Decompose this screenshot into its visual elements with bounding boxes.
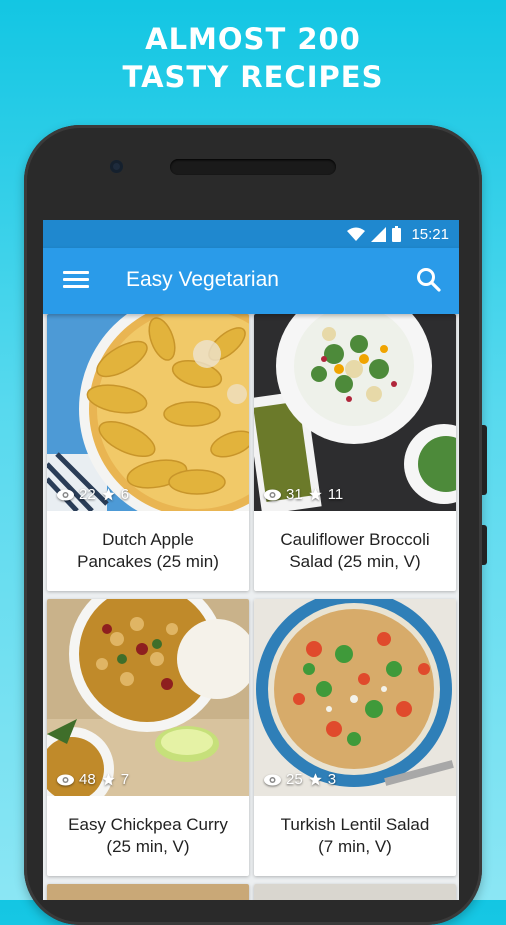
star-count: 7 xyxy=(120,771,130,788)
star-icon xyxy=(308,488,322,501)
hamburger-menu-icon[interactable] xyxy=(63,268,89,294)
recipe-stats: 25 3 xyxy=(264,771,336,788)
recipe-card-cauliflower-broccoli-salad[interactable]: 31 11 Cauliflower Broccoli Salad (25 min… xyxy=(254,314,456,591)
eye-icon xyxy=(57,774,74,785)
recipe-image: 48 7 xyxy=(47,599,249,796)
eye-icon xyxy=(57,489,74,500)
volume-button xyxy=(482,425,487,495)
star-count: 11 xyxy=(327,486,344,503)
star-count: 3 xyxy=(327,771,337,788)
star-icon xyxy=(101,773,115,786)
status-bar: 15:21 xyxy=(43,220,459,248)
app-title: Easy Vegetarian xyxy=(126,268,279,291)
recipe-title-line-1: Cauliflower Broccoli xyxy=(280,530,430,549)
phone-screen: 15:21 Easy Vegetarian 22 6 Dutch Apple P… xyxy=(43,220,459,900)
recipe-stats: 22 6 xyxy=(57,486,129,503)
recipe-image xyxy=(47,884,249,900)
star-icon xyxy=(101,488,115,501)
recipe-image: 25 3 xyxy=(254,599,456,796)
power-button xyxy=(482,525,487,565)
search-icon[interactable] xyxy=(415,266,443,294)
recipe-image: 31 11 xyxy=(254,314,456,511)
recipe-card-turkish-lentil-salad[interactable]: 25 3 Turkish Lentil Salad (7 min, V) xyxy=(254,599,456,876)
battery-icon xyxy=(392,226,402,242)
recipe-title: Turkish Lentil Salad (7 min, V) xyxy=(254,796,456,876)
app-bar: Easy Vegetarian xyxy=(43,248,459,314)
recipe-stats: 31 11 xyxy=(264,486,343,503)
signal-icon xyxy=(371,226,387,242)
recipe-title-line-2: (25 min, V) xyxy=(106,837,190,856)
view-count: 22 xyxy=(79,486,96,503)
view-count: 31 xyxy=(286,486,303,503)
recipe-image: 22 6 xyxy=(47,314,249,511)
recipe-title: Cauliflower Broccoli Salad (25 min, V) xyxy=(254,511,456,591)
front-camera xyxy=(110,160,123,173)
promo-line-2: TASTY RECIPES xyxy=(122,60,384,94)
recipe-card-dutch-apple-pancakes[interactable]: 22 6 Dutch Apple Pancakes (25 min) xyxy=(47,314,249,591)
recipe-title-line-2: Pancakes (25 min) xyxy=(77,552,219,571)
star-count: 6 xyxy=(120,486,130,503)
view-count: 25 xyxy=(286,771,303,788)
star-icon xyxy=(308,773,322,786)
recipe-title-line-1: Dutch Apple xyxy=(102,530,194,549)
promo-headline: ALMOST 200 TASTY RECIPES xyxy=(0,20,506,96)
view-count: 48 xyxy=(79,771,96,788)
recipe-title: Easy Chickpea Curry (25 min, V) xyxy=(47,796,249,876)
earpiece-speaker xyxy=(170,159,336,175)
eye-icon xyxy=(264,774,281,785)
recipe-card-partial[interactable] xyxy=(254,884,456,900)
recipe-card-easy-chickpea-curry[interactable]: 48 7 Easy Chickpea Curry (25 min, V) xyxy=(47,599,249,876)
recipe-title-line-1: Turkish Lentil Salad xyxy=(280,815,430,834)
recipe-title: Dutch Apple Pancakes (25 min) xyxy=(47,511,249,591)
wifi-icon xyxy=(347,227,366,241)
eye-icon xyxy=(264,489,281,500)
recipe-stats: 48 7 xyxy=(57,771,129,788)
recipe-title-line-2: Salad (25 min, V) xyxy=(289,552,421,571)
promo-line-1: ALMOST 200 xyxy=(145,22,361,56)
recipe-card-partial[interactable] xyxy=(47,884,249,900)
recipe-title-line-1: Easy Chickpea Curry xyxy=(68,815,228,834)
recipe-image xyxy=(254,884,456,900)
clock-time: 15:21 xyxy=(411,225,449,243)
recipe-title-line-2: (7 min, V) xyxy=(318,837,392,856)
